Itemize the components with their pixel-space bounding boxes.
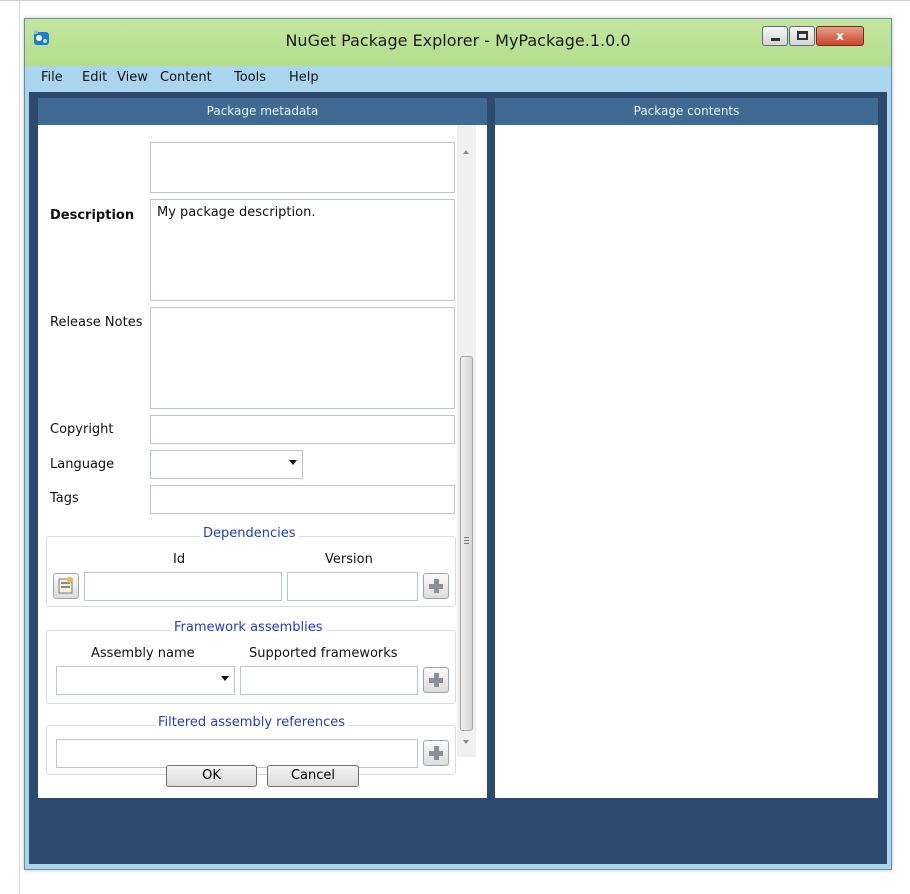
menu-help[interactable]: Help [289,70,319,85]
add-framework-assembly-button[interactable] [423,667,449,693]
tags-input[interactable] [150,485,455,514]
scrolled-field-box[interactable] [150,142,455,193]
thumb-grip-icon [464,537,469,538]
thumb-grip-line [464,540,469,541]
close-button[interactable]: x [816,26,864,46]
app-window: NuGet Package Explorer - MyPackage.1.0.0… [24,18,892,870]
dependency-version-header: Version [325,552,373,567]
scrollbar-thumb[interactable] [460,356,473,731]
copyright-label: Copyright [50,422,114,437]
page-border-left [19,0,20,894]
maximize-button[interactable] [789,26,815,46]
release-notes-textarea[interactable] [150,307,455,409]
ok-button[interactable]: OK [166,765,257,787]
maximize-icon [797,31,808,40]
add-dependency-button[interactable] [423,573,449,599]
close-icon: x [836,29,844,43]
assembly-name-header: Assembly name [91,646,195,661]
filtered-assembly-reference-input[interactable] [56,739,418,768]
dependencies-title: Dependencies [200,526,299,541]
description-label: Description [50,208,135,223]
menu-file[interactable]: File [41,70,63,85]
release-notes-label: Release Notes [50,315,143,330]
dependency-version-input[interactable] [287,572,418,601]
package-contents-panel: Package contents [495,98,878,798]
supported-frameworks-input[interactable] [240,666,418,695]
menu-tools[interactable]: Tools [234,70,266,85]
scroll-up-arrow-icon[interactable] [463,150,469,154]
chevron-down-icon [221,676,229,681]
title-bar[interactable]: NuGet Package Explorer - MyPackage.1.0.0… [25,19,891,67]
dependency-id-header: Id [173,552,186,567]
menu-content[interactable]: Content [160,70,212,85]
package-contents-header: Package contents [495,98,878,125]
minimize-button[interactable] [762,26,788,46]
package-metadata-panel: Package metadata Description My package … [38,98,487,798]
description-textarea[interactable]: My package description. [150,199,455,301]
cancel-button[interactable]: Cancel [267,765,359,787]
supported-frameworks-header: Supported frameworks [249,646,398,661]
package-picker-button[interactable] [53,573,79,599]
minimize-icon [771,38,780,41]
client-area: Package metadata Description My package … [29,92,887,864]
menu-view[interactable]: View [117,70,148,85]
language-label: Language [50,457,115,472]
package-metadata-header: Package metadata [38,98,487,125]
filtered-assembly-references-title: Filtered assembly references [155,715,349,730]
menu-edit[interactable]: Edit [82,70,107,85]
metadata-scrollbar[interactable] [457,125,476,757]
copyright-input[interactable] [150,415,455,444]
dependency-id-input[interactable] [84,572,282,601]
menu-bar: File Edit View Content Tools Help [25,66,891,91]
package-picker-icon [58,577,73,594]
framework-assemblies-title: Framework assemblies [171,620,326,635]
scroll-down-arrow-icon[interactable] [463,740,469,744]
page-border-top [0,0,910,1]
add-filtered-reference-button[interactable] [423,740,449,766]
thumb-grip-line [464,543,469,544]
chevron-down-icon [289,460,297,465]
tags-label: Tags [50,491,79,506]
language-dropdown[interactable] [150,450,303,479]
assembly-name-dropdown[interactable] [56,666,235,695]
